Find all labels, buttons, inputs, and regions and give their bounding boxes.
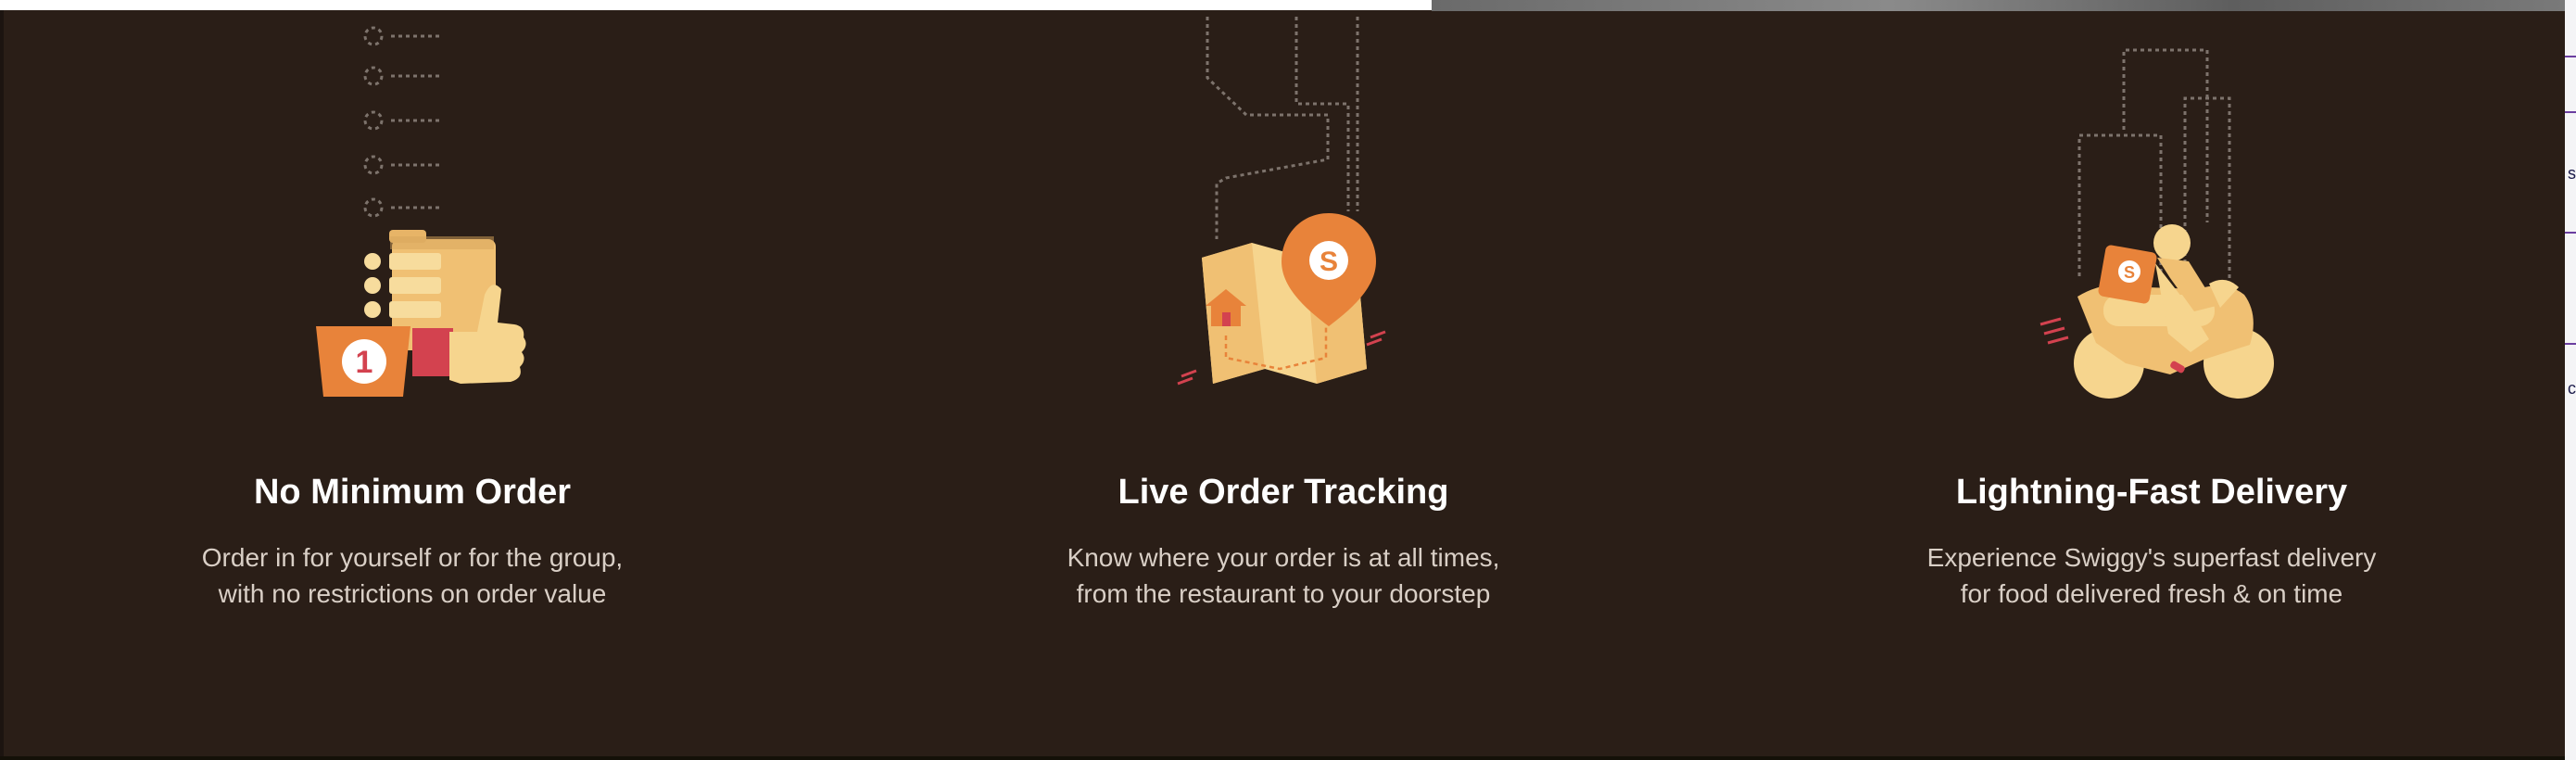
feature-title: No Minimum Order <box>253 473 572 512</box>
delivery-scooter-icon: S <box>2039 48 2274 399</box>
feature-title: Live Order Tracking <box>1118 473 1449 512</box>
feature-description: Order in for yourself or for the group, … <box>201 543 624 608</box>
svg-text:S: S <box>1320 247 1338 277</box>
order-thumbs-up-icon: 1 <box>316 26 526 397</box>
feature-description: Know where your order is at all times, f… <box>1067 543 1500 608</box>
left-edge <box>0 10 4 760</box>
feature-live-order-tracking: S Live Order Tracking Know where your or… <box>913 0 1654 760</box>
feature-no-minimum-order: 1 No Minimum Order Order in for yourself… <box>42 0 783 760</box>
feature-lightning-fast-delivery: S Lightning-Fast Delivery Experience Swi… <box>1781 0 2522 760</box>
feature-title: Lightning-Fast Delivery <box>1955 473 2348 512</box>
badge-number: 1 <box>356 345 373 380</box>
svg-text:S: S <box>2124 263 2135 282</box>
feature-description: Experience Swiggy's superfast delivery f… <box>1926 543 2377 608</box>
right-edge-overlay: s c <box>2565 0 2576 760</box>
map-location-pin-icon: S <box>1177 17 1386 386</box>
